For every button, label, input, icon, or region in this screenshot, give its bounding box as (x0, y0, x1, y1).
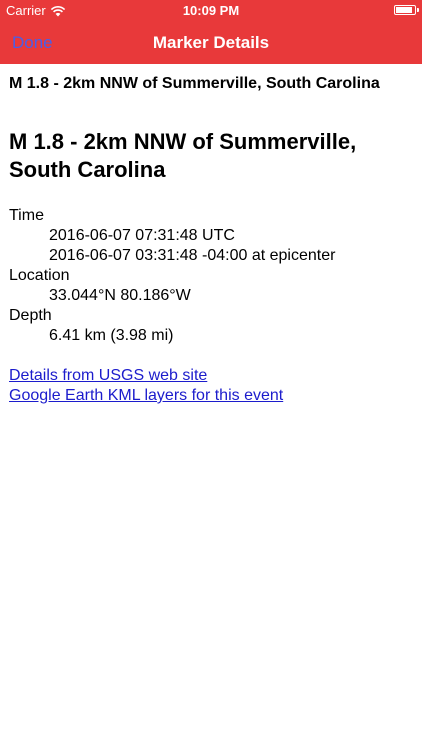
time-section: Time 2016-06-07 07:31:48 UTC 2016-06-07 … (9, 206, 422, 266)
status-time: 10:09 PM (182, 3, 240, 18)
event-title-heading: M 1.8 - 2km NNW of Summerville, South Ca… (9, 129, 357, 182)
time-label: Time (9, 207, 44, 224)
status-bar: Carrier 10:09 PM (0, 0, 422, 22)
battery-icon (394, 5, 419, 15)
location-section: Location 33.044°N 80.186°W (9, 266, 422, 306)
time-local-value: 2016-06-07 03:31:48 -04:00 at epicenter (49, 247, 336, 264)
links-section: Details from USGS web site Google Earth … (9, 366, 422, 406)
event-title-small: M 1.8 - 2km NNW of Summerville, South Ca… (9, 75, 380, 92)
nav-title: Marker Details (152, 33, 270, 52)
location-value: 33.044°N 80.186°W (49, 287, 191, 304)
google-earth-kml-link[interactable]: Google Earth KML layers for this event (9, 386, 422, 406)
location-label: Location (9, 267, 70, 284)
depth-value: 6.41 km (3.98 mi) (49, 327, 174, 344)
navigation-header: Carrier 10:09 PM Done Marker Details (0, 0, 422, 64)
usgs-details-link[interactable]: Details from USGS web site (9, 366, 422, 386)
time-utc-value: 2016-06-07 07:31:48 UTC (49, 227, 235, 244)
marker-details-content: M 1.8 - 2km NNW of Summerville, South Ca… (0, 64, 422, 406)
depth-section: Depth 6.41 km (3.98 mi) (9, 306, 422, 346)
depth-label: Depth (9, 307, 52, 324)
